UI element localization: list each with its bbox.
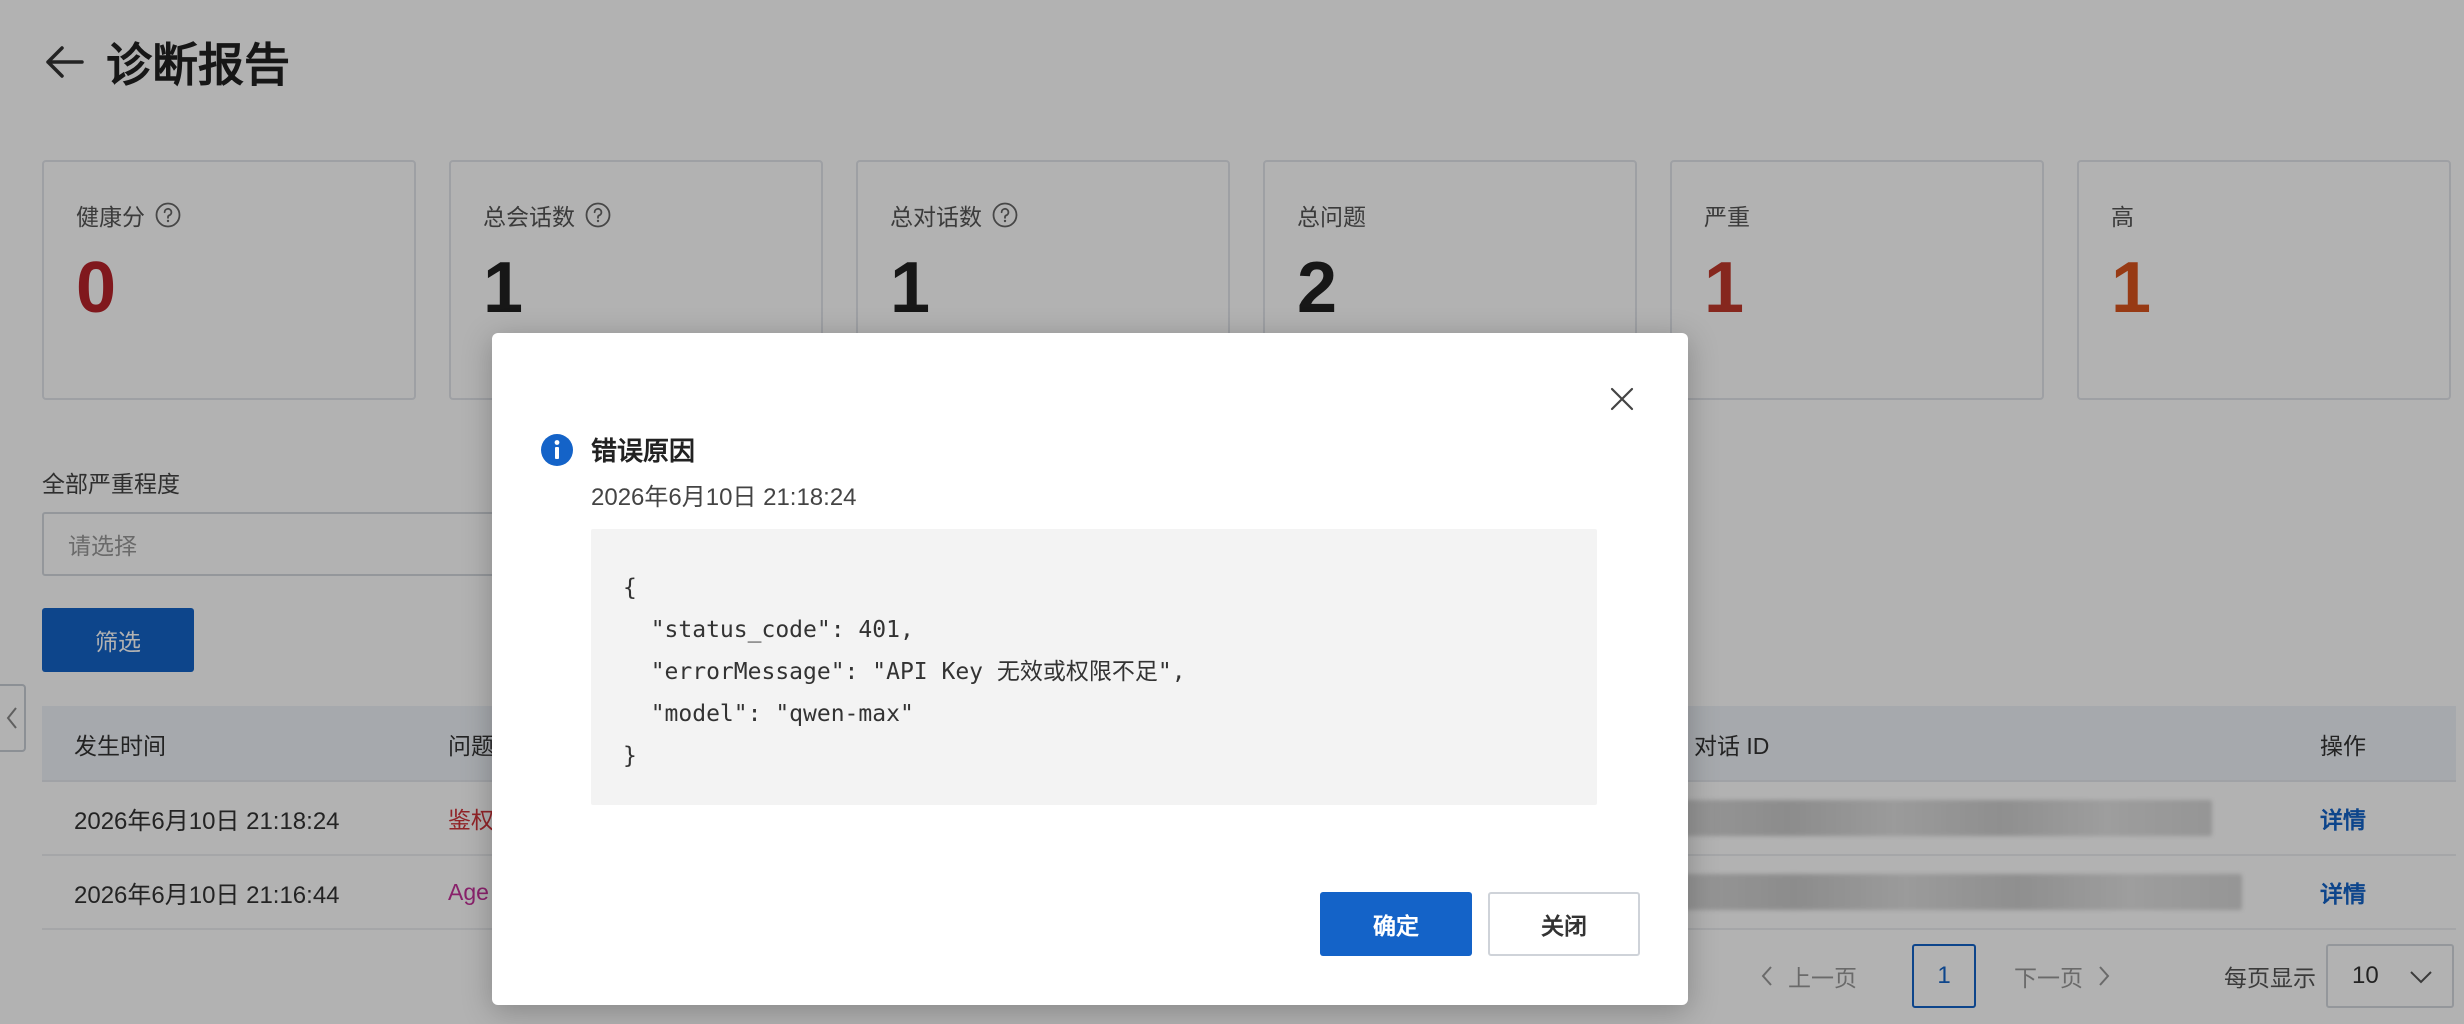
- code-line: "model": "qwen-max": [623, 701, 914, 727]
- dialog-timestamp: 2026年6月10日 21:18:24: [591, 484, 857, 511]
- code-line: "status_code": 401,: [623, 617, 914, 643]
- dialog-title: 错误原因: [591, 436, 696, 466]
- code-line: "errorMessage": "API Key 无效或权限不足",: [623, 659, 1186, 685]
- close-icon[interactable]: [1606, 383, 1638, 415]
- code-line: }: [623, 743, 637, 769]
- error-reason-dialog: 错误原因 2026年6月10日 21:18:24 { "status_code"…: [492, 333, 1688, 1005]
- error-json-block: { "status_code": 401, "errorMessage": "A…: [591, 529, 1597, 805]
- info-icon: [540, 433, 574, 467]
- confirm-button[interactable]: 确定: [1320, 892, 1472, 956]
- code-line: {: [623, 575, 637, 601]
- close-button[interactable]: 关闭: [1488, 892, 1640, 956]
